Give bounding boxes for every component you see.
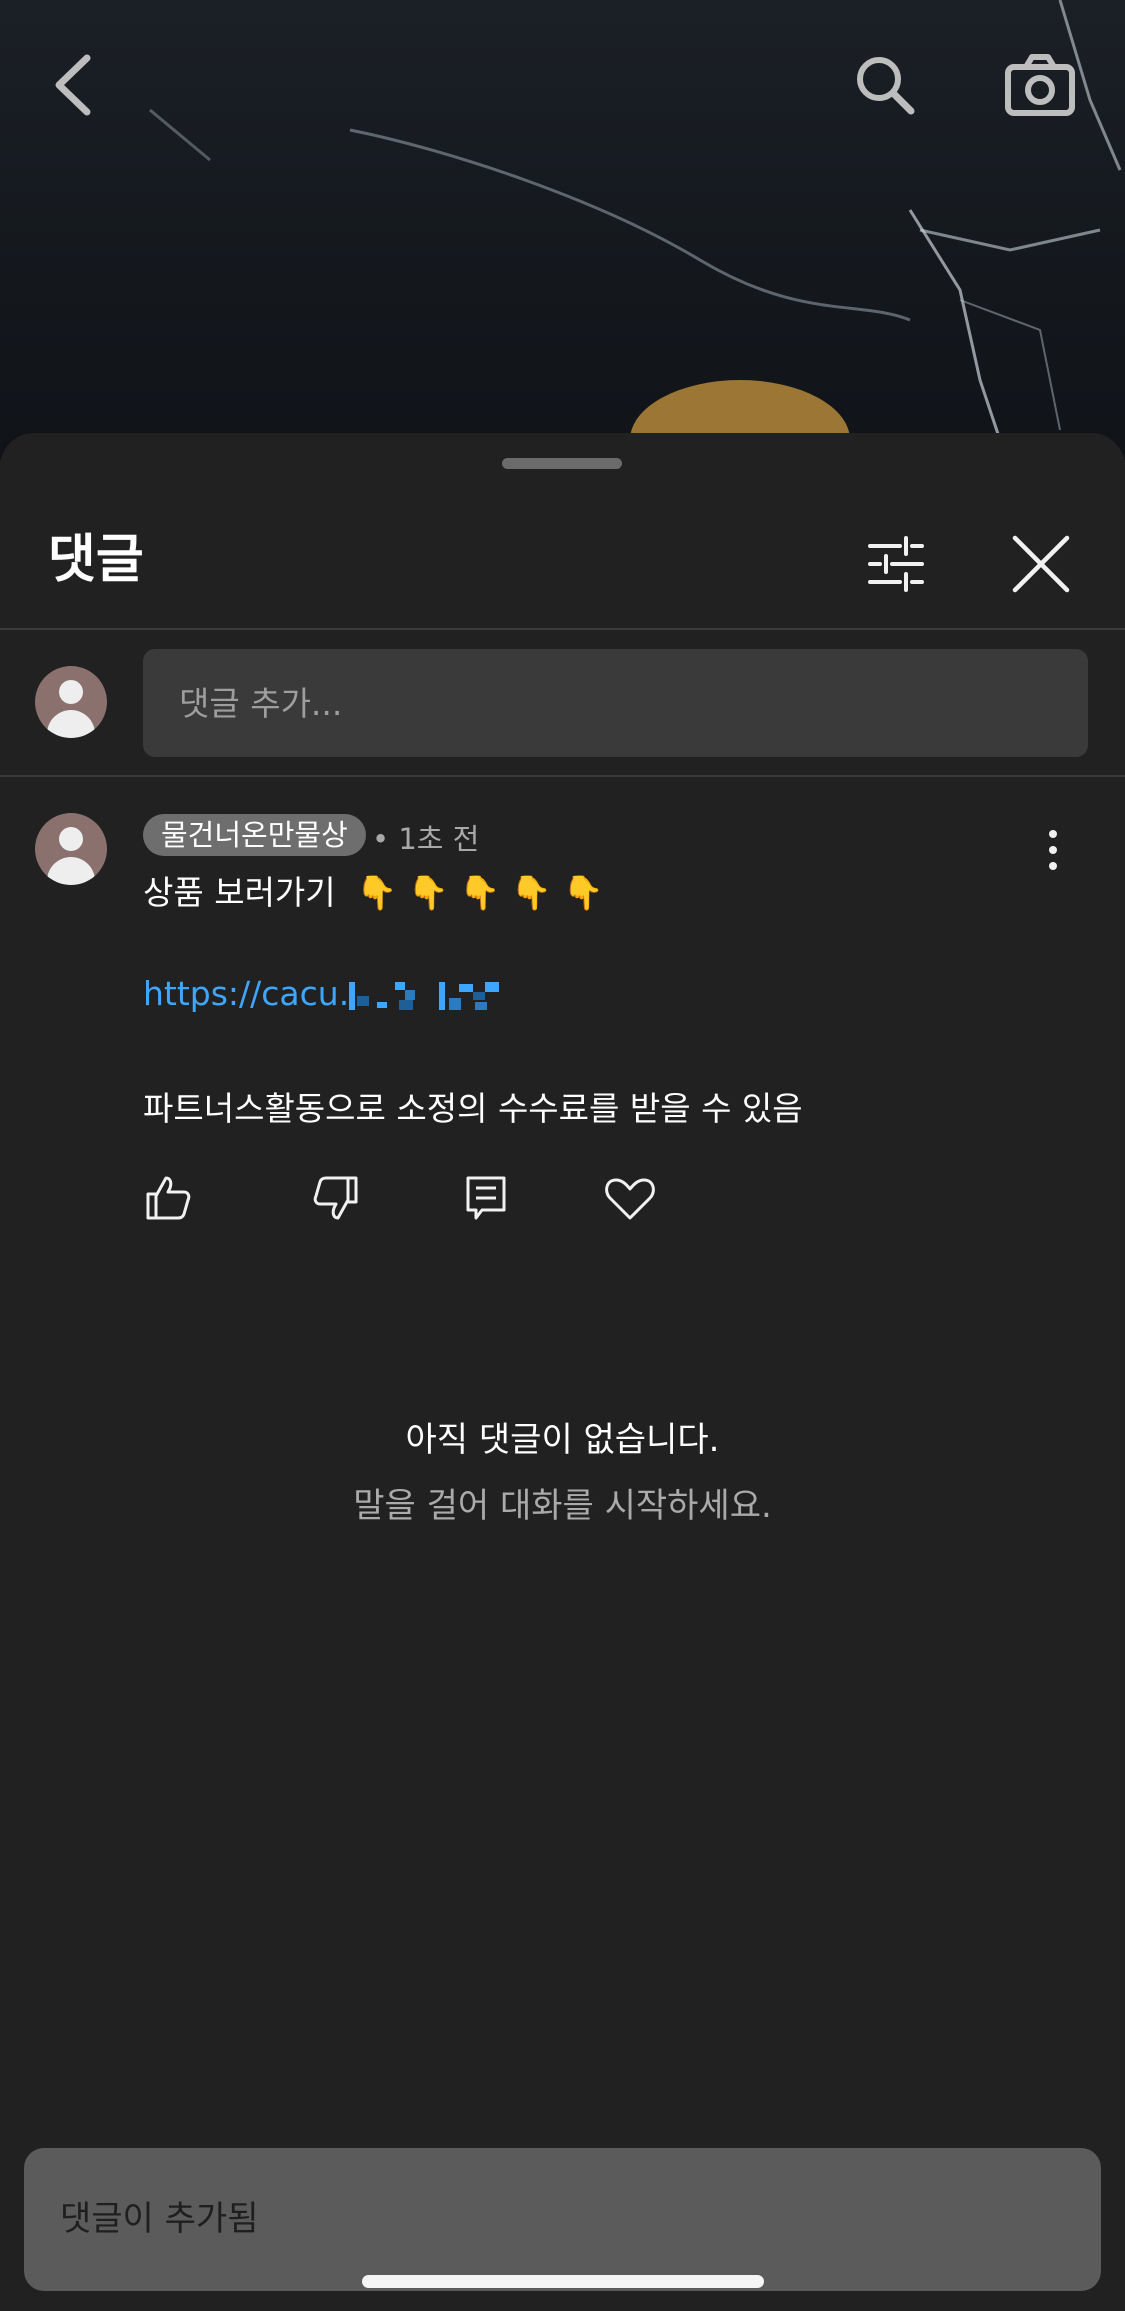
comment-added-toast: 댓글이 추가됨 (24, 2148, 1101, 2291)
like-icon[interactable] (140, 1170, 196, 1226)
header-divider (0, 628, 1125, 630)
video-frame (149, 0, 1122, 460)
dislike-icon[interactable] (308, 1170, 364, 1226)
input-divider (0, 775, 1125, 777)
filter-sliders-icon[interactable] (860, 528, 932, 600)
sheet-title: 댓글 (48, 530, 144, 590)
add-comment-input[interactable] (143, 649, 1088, 757)
close-icon[interactable] (1005, 528, 1077, 600)
search-icon[interactable] (840, 40, 930, 130)
current-user-avatar (35, 666, 107, 738)
heart-icon[interactable] (602, 1170, 658, 1226)
back-arrow-icon[interactable] (28, 40, 118, 130)
pointing-down-emoji: 👇 👇 👇 👇 👇 (356, 873, 604, 912)
comment-link[interactable]: https://cacu. (143, 974, 349, 1013)
reply-icon[interactable] (458, 1170, 514, 1226)
empty-state-title: 아직 댓글이 없습니다. (405, 1420, 720, 1460)
empty-state-subtitle: 말을 걸어 대화를 시작하세요. (353, 1486, 772, 1526)
camera-icon[interactable] (995, 40, 1085, 130)
comment-text-line: 상품 보러가기 👇 👇 👇 👇 👇 (143, 866, 604, 914)
comment-text: 상품 보러가기 (143, 873, 336, 912)
more-vertical-icon[interactable] (1025, 822, 1081, 878)
comment-author-avatar[interactable] (35, 813, 107, 885)
comment-author-name[interactable]: 물건너온만물상 (143, 814, 366, 856)
blurred-link-remainder (349, 981, 500, 1010)
comment-disclosure: 파트너스활동으로 소정의 수수료를 받을 수 있음 (143, 1089, 803, 1128)
video-background (0, 0, 1125, 460)
drag-handle[interactable] (502, 458, 622, 469)
comment-link-line[interactable]: https://cacu. (143, 974, 509, 1014)
comment-timestamp: • 1초 전 (372, 822, 480, 856)
home-indicator[interactable] (362, 2275, 764, 2288)
